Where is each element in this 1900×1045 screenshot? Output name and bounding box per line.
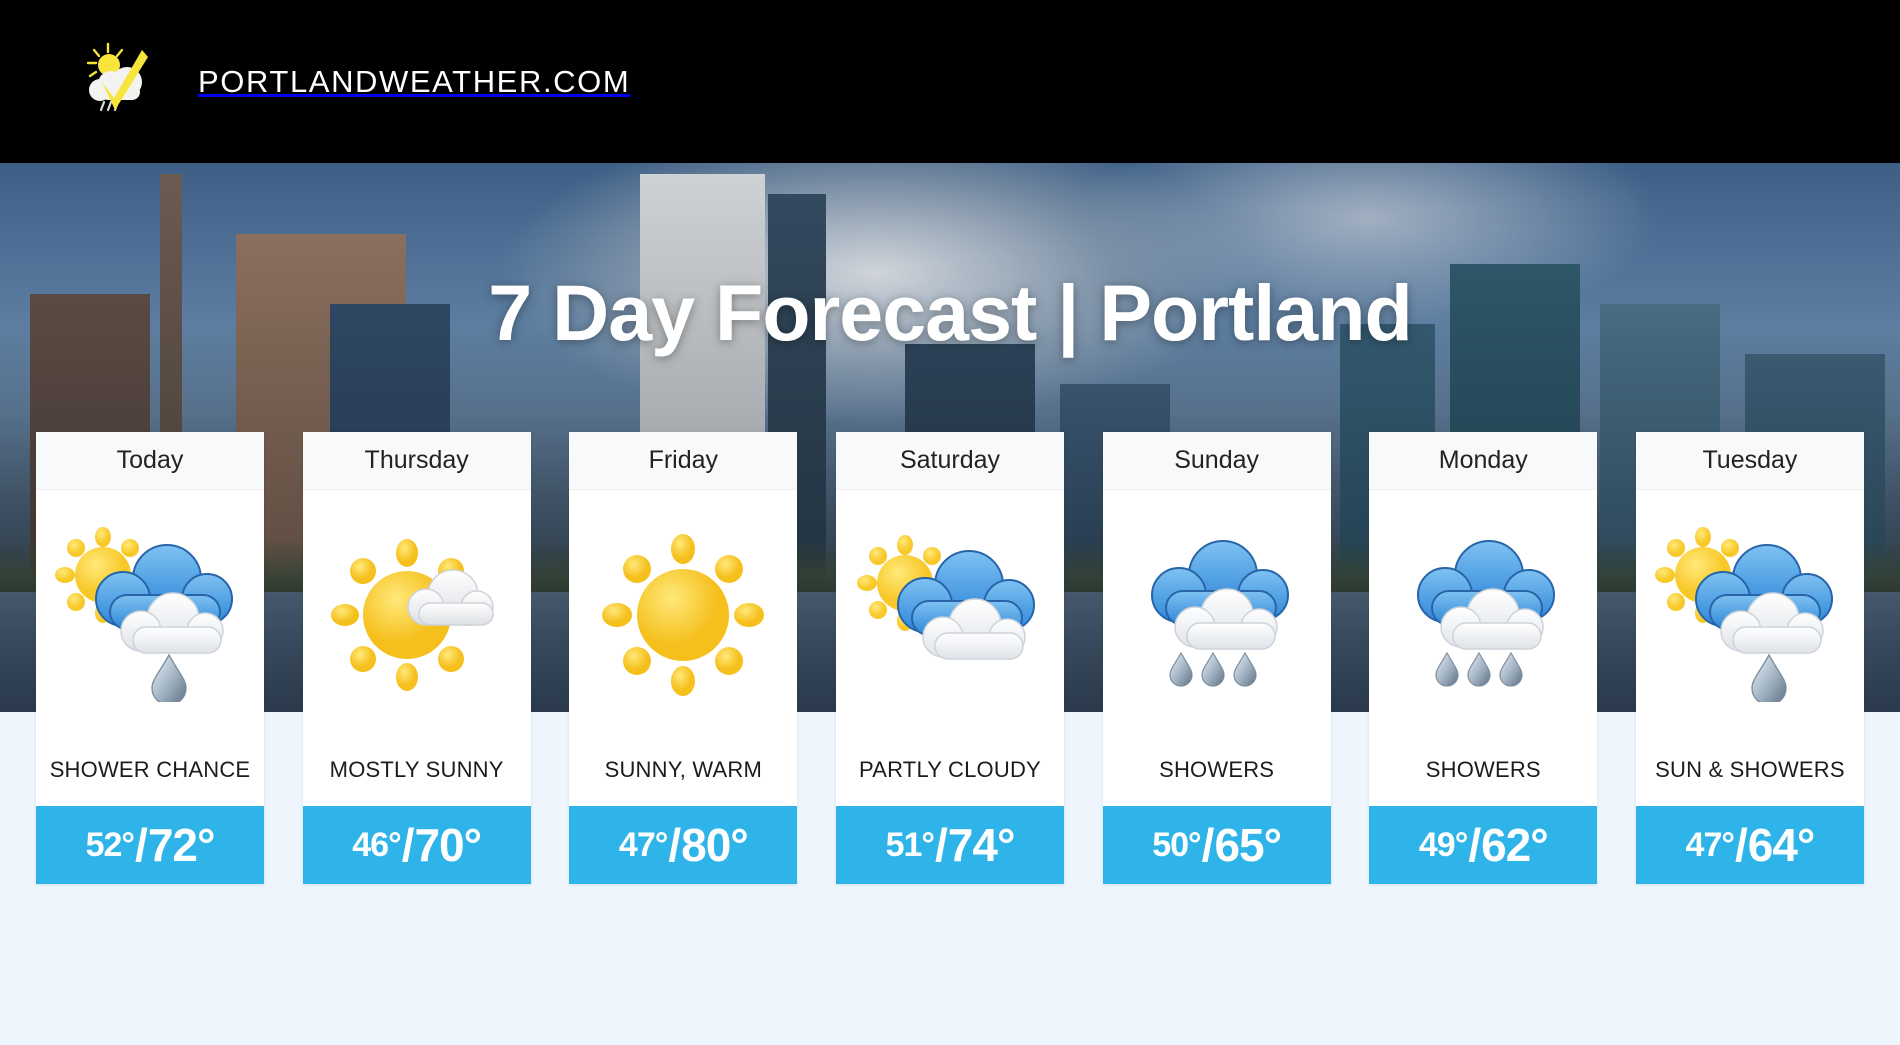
temp-separator: / xyxy=(401,819,415,871)
condition-label: SHOWER CHANCE xyxy=(49,757,251,782)
seven-day-forecast-strip: Today SHOWER CHANCE 52° / 72° Thursday M… xyxy=(0,432,1900,884)
temp-high: 70° xyxy=(414,819,482,871)
temperature-range: 52° / 72° xyxy=(36,806,264,884)
temperature-range: 46° / 70° xyxy=(302,806,531,884)
day-label: Today xyxy=(36,432,264,490)
temp-separator: / xyxy=(935,819,948,871)
temperature-range: 47° / 64° xyxy=(1635,806,1864,884)
condition-label: MOSTLY SUNNY xyxy=(329,757,504,782)
temp-low: 47° xyxy=(618,825,668,864)
temperature-range: 47° / 80° xyxy=(569,806,798,884)
day-label: Thursday xyxy=(302,432,531,490)
sun-icon xyxy=(569,490,797,734)
day-label: Monday xyxy=(1369,432,1598,490)
forecast-card-monday[interactable]: Monday SHOWERS 49° / 62° xyxy=(1369,432,1598,884)
forecast-card-saturday[interactable]: Saturday PARTLY CLOUDY 51° / 74° xyxy=(835,432,1064,884)
clouds-rain-icon xyxy=(1369,490,1597,734)
site-header: PORTLANDWEATHER.COM xyxy=(0,0,1900,163)
temp-separator: / xyxy=(135,819,148,871)
temp-separator: / xyxy=(1201,819,1215,871)
temp-high: 65° xyxy=(1214,819,1282,871)
temp-low: 50° xyxy=(1152,825,1201,864)
clouds-rain-icon xyxy=(1103,490,1331,734)
temp-low: 46° xyxy=(352,825,401,864)
forecast-card-tuesday[interactable]: Tuesday SUN & SHOWERS 47° / 64° xyxy=(1635,432,1864,884)
sun-cloud-rain-icon xyxy=(1636,490,1864,734)
temperature-range: 50° / 65° xyxy=(1102,806,1331,884)
temp-low: 47° xyxy=(1685,825,1735,864)
sun-small-cloud-icon xyxy=(303,490,531,734)
day-label: Saturday xyxy=(835,432,1064,490)
temp-high: 64° xyxy=(1747,819,1816,871)
temp-high: 74° xyxy=(947,819,1016,871)
sun-cloud-rain-icon xyxy=(36,490,264,734)
brand-name: PORTLANDWEATHER.COM xyxy=(198,63,631,99)
temp-low: 49° xyxy=(1418,825,1468,864)
condition-label: SHOWERS xyxy=(1425,757,1541,782)
page-title: 7 Day Forecast | Portland xyxy=(488,268,1412,357)
temperature-range: 51° / 74° xyxy=(835,806,1064,884)
sun-cloud-rain-check-logo-icon xyxy=(78,38,174,126)
temp-separator: / xyxy=(1734,819,1748,871)
temp-low: 51° xyxy=(885,825,935,864)
temp-high: 72° xyxy=(147,819,216,871)
forecast-card-sunday[interactable]: Sunday SHOWERS 50° / 65° xyxy=(1102,432,1331,884)
condition-label: SUN & SHOWERS xyxy=(1655,757,1845,782)
day-label: Tuesday xyxy=(1635,432,1864,490)
temp-separator: / xyxy=(1468,819,1481,871)
condition-label: SHOWERS xyxy=(1159,757,1275,782)
forecast-card-today[interactable]: Today SHOWER CHANCE 52° / 72° xyxy=(36,432,264,884)
day-label: Friday xyxy=(569,432,798,490)
sun-clouds-icon xyxy=(836,490,1064,734)
site-logo-link[interactable]: PORTLANDWEATHER.COM xyxy=(78,38,630,126)
temperature-range: 49° / 62° xyxy=(1369,806,1598,884)
day-label: Sunday xyxy=(1102,432,1331,490)
temp-low: 52° xyxy=(85,825,135,864)
forecast-card-friday[interactable]: Friday SUNNY, WARM 47° / 80° xyxy=(569,432,798,884)
condition-label: SUNNY, WARM xyxy=(604,757,763,782)
forecast-card-thursday[interactable]: Thursday MOSTLY SUNNY 46° / 70° xyxy=(302,432,531,884)
temp-high: 80° xyxy=(681,819,749,871)
condition-label: PARTLY CLOUDY xyxy=(859,757,1041,782)
temp-separator: / xyxy=(668,819,681,871)
temp-high: 62° xyxy=(1481,819,1549,871)
